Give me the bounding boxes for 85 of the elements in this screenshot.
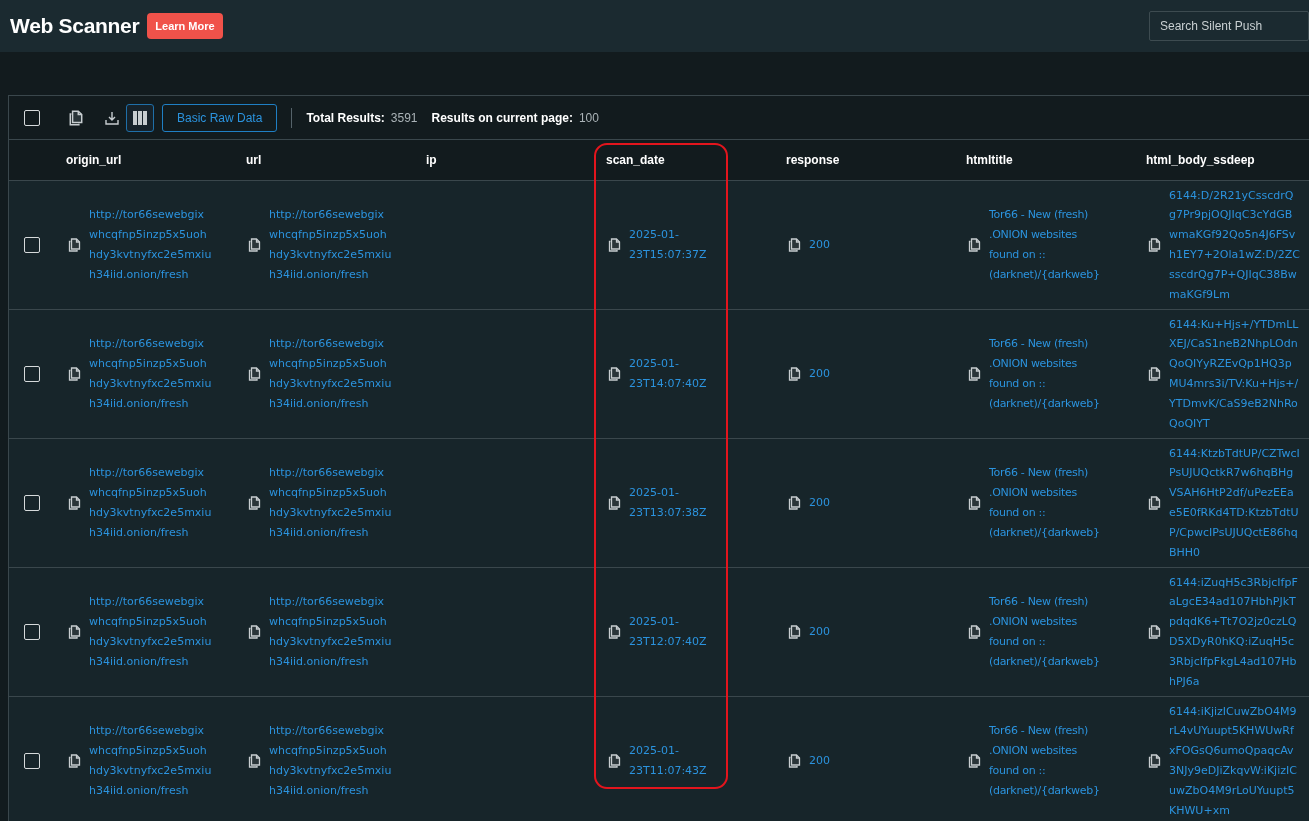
row-checkbox[interactable] [24,624,40,640]
column-header[interactable]: origin_url [56,153,236,167]
column-header[interactable]: htmltitle [956,153,1136,167]
table-cell[interactable]: 200 [809,622,932,642]
copy-icon[interactable] [968,625,981,639]
copy-icon[interactable] [968,496,981,510]
copy-icon[interactable] [68,367,81,381]
columns-icon [132,109,148,126]
copy-icon[interactable] [1148,625,1161,639]
column-header[interactable]: ip [416,153,596,167]
row-checkbox[interactable] [24,753,40,769]
total-results-value: 3591 [390,110,418,125]
column-header[interactable]: html_body_ssdeep [1136,153,1309,167]
copy-icon[interactable] [968,238,981,252]
copy-icon[interactable] [68,238,81,252]
table-cell[interactable]: 200 [809,493,932,513]
table-cell[interactable]: 200 [809,751,932,771]
table-cell[interactable]: Tor66 - New (fresh) .ONION websites found on :: (darknet)/{darkweb} [989,463,1102,543]
table-cell[interactable]: 200 [809,364,932,384]
copy-icon[interactable] [248,625,261,639]
app-title: Web Scanner [10,14,140,38]
table-cell[interactable]: 2025-01-23T11:07:43Z [629,741,713,781]
learn-more-button[interactable]: Learn More [147,13,223,39]
copy-icon[interactable] [608,496,621,510]
table-cell[interactable]: 2025-01-23T12:07:40Z [629,612,713,652]
copy-icon[interactable] [788,496,801,510]
copy-icon[interactable] [788,754,801,768]
copy-icon[interactable] [608,367,621,381]
copy-icon[interactable] [788,625,801,639]
copy-icon[interactable] [1148,754,1161,768]
table-cell[interactable]: http://tor66sewebgixwhcqfnp5inzp5x5uohhdy3kvtnyfxc2e5mxiuh34iid.onion/fresh [89,592,212,672]
table-cell[interactable]: http://tor66sewebgixwhcqfnp5inzp5x5uohhdy3kvtnyfxc2e5mxiuh34iid.onion/fresh [269,592,392,672]
page-results-value: 100 [578,110,599,125]
copy-icon[interactable] [68,496,81,510]
table-cell[interactable]: Tor66 - New (fresh) .ONION websites found on :: (darknet)/{darkweb} [989,592,1102,672]
table-cell[interactable]: 6144:D/2R21yCsscdrQg7Pr9pjOQJIqC3cYdGBwmaKGf92Qo5n4J6FSvh1EY7+2Ola1wZ:D/2ZCsscdrQg7P+QJIqC38BwmaKGf9Lm [1169,185,1300,305]
table-cell[interactable]: Tor66 - New (fresh) .ONION websites found on :: (darknet)/{darkweb} [989,334,1102,414]
row-checkbox[interactable] [24,366,40,382]
copy-icon[interactable] [248,496,261,510]
copy-icon[interactable] [1148,238,1161,252]
table-cell[interactable]: 6144:iKjizICuwZbO4M9rL4vUYuupt5KHWUwRfxFOGsQ6umoQpaqcAv3NJy9eDJiZkqvW:iKjizICuwZbO4M9rLoUYuupt5KHWU+xm [1169,701,1300,821]
copy-icon[interactable] [248,367,261,381]
column-header[interactable]: url [236,153,416,167]
columns-toggle-button[interactable] [126,103,154,132]
table-cell[interactable]: 2025-01-23T14:07:40Z [629,354,713,394]
table-cell[interactable]: http://tor66sewebgixwhcqfnp5inzp5x5uohhdy3kvtnyfxc2e5mxiuh34iid.onion/fresh [89,463,212,543]
copy-icon[interactable] [1148,496,1161,510]
table-cell[interactable]: 2025-01-23T13:07:38Z [629,483,713,523]
table-cell[interactable]: http://tor66sewebgixwhcqfnp5inzp5x5uohhdy3kvtnyfxc2e5mxiuh34iid.onion/fresh [89,721,212,801]
table-cell[interactable]: Tor66 - New (fresh) .ONION websites found on :: (darknet)/{darkweb} [989,721,1102,801]
copy-icon[interactable] [248,754,261,768]
row-checkbox[interactable] [24,495,40,511]
table-cell[interactable]: http://tor66sewebgixwhcqfnp5inzp5x5uohhdy3kvtnyfxc2e5mxiuh34iid.onion/fresh [89,334,212,414]
raw-data-button[interactable]: Basic Raw Data [162,103,278,132]
copy-icon[interactable] [1148,367,1161,381]
copy-icon[interactable] [608,238,621,252]
row-checkbox[interactable] [24,237,40,253]
copy-icon[interactable] [608,625,621,639]
download-icon[interactable] [104,109,120,126]
copy-icon[interactable] [788,238,801,252]
copy-icon[interactable] [68,754,81,768]
table-cell[interactable]: http://tor66sewebgixwhcqfnp5inzp5x5uohhdy3kvtnyfxc2e5mxiuh34iid.onion/fresh [269,463,392,543]
column-header[interactable]: scan_date [596,153,776,167]
copy-icon[interactable] [968,754,981,768]
table-cell[interactable]: 6144:KtzbTdtUP/CZTwcIPsUJUQctkR7w6hqBHgVSAH6HtP2df/uPezEEae5E0fRKd4TD:KtzbTdtUP/CpwcIPsUJUQctE86hqBHH0 [1169,443,1300,563]
table-cell[interactable]: http://tor66sewebgixwhcqfnp5inzp5x5uohhdy3kvtnyfxc2e5mxiuh34iid.onion/fresh [269,721,392,801]
table-cell[interactable]: http://tor66sewebgixwhcqfnp5inzp5x5uohhdy3kvtnyfxc2e5mxiuh34iid.onion/fresh [269,334,392,414]
copy-icon[interactable] [68,109,84,126]
table-cell[interactable]: 6144:Ku+Hjs+/YTDmLLXEJ/CaS1neB2NhpLOdnQoQIYyRZEvQp1HQ3pMU4mrs3i/TV:Ku+Hjs+/YTDmvK/CaS9eB2NhRoQoQIYT [1169,314,1300,434]
total-results-label: Total Results: [306,110,385,125]
table-cell[interactable]: http://tor66sewebgixwhcqfnp5inzp5x5uohhdy3kvtnyfxc2e5mxiuh34iid.onion/fresh [269,205,392,285]
table-cell[interactable]: 200 [809,235,932,255]
table-cell[interactable]: http://tor66sewebgixwhcqfnp5inzp5x5uohhdy3kvtnyfxc2e5mxiuh34iid.onion/fresh [89,205,212,285]
copy-icon[interactable] [248,238,261,252]
table-cell[interactable]: 2025-01-23T15:07:37Z [629,225,713,265]
select-all-checkbox[interactable] [24,109,40,126]
copy-icon[interactable] [968,367,981,381]
copy-icon[interactable] [68,625,81,639]
table-cell[interactable]: 6144:iZuqH5c3RbjcIfpFaLgcE34ad107HbhPJkTpdqdK6+Tt7O2jz0czLQD5XDyR0hKQ:iZuqH5c3RbjcIfpFkgL4ad107HbhPJ6a [1169,572,1300,692]
table-cell[interactable]: Tor66 - New (fresh) .ONION websites found on :: (darknet)/{darkweb} [989,205,1102,285]
column-header[interactable]: response [776,153,956,167]
search-field[interactable]: Search Silent Push [1149,11,1309,41]
copy-icon[interactable] [608,754,621,768]
page-results-label: Results on current page: [431,110,573,125]
copy-icon[interactable] [788,367,801,381]
